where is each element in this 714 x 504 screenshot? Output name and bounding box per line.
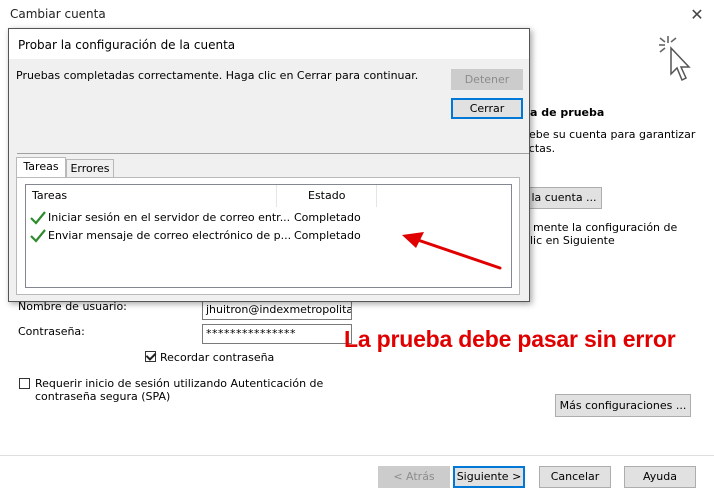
task-row[interactable]: Iniciar sesión en el servidor de correo … bbox=[26, 209, 511, 226]
password-label: Contraseña: bbox=[18, 325, 85, 338]
green-check-icon bbox=[30, 211, 46, 225]
more-settings-button[interactable]: Más configuraciones ... bbox=[555, 394, 691, 417]
column-divider bbox=[276, 185, 277, 207]
click-cursor-icon bbox=[659, 36, 691, 82]
window-title: Cambiar cuenta bbox=[10, 7, 106, 21]
dialog-divider bbox=[17, 153, 529, 154]
column-header-estado[interactable]: Estado bbox=[308, 185, 368, 207]
back-button[interactable]: < Atrás bbox=[378, 466, 450, 488]
red-arrow bbox=[402, 232, 502, 270]
tab-strip: Tareas Errores bbox=[16, 157, 520, 179]
description-line: lic en Siguiente bbox=[530, 234, 615, 247]
test-account-button[interactable]: la cuenta ... bbox=[526, 187, 602, 209]
dialog-message: Pruebas completadas correctamente. Haga … bbox=[16, 69, 419, 82]
green-check-icon bbox=[30, 229, 46, 243]
annotation-text: La prueba debe pasar sin error bbox=[344, 326, 676, 352]
task-name: Iniciar sesión en el servidor de correo … bbox=[48, 211, 291, 224]
password-input[interactable]: *************** bbox=[202, 324, 352, 344]
cancel-button[interactable]: Cancelar bbox=[539, 466, 611, 488]
tab-tareas[interactable]: Tareas bbox=[16, 157, 66, 179]
spa-label: Requerir inicio de sesión utilizando Aut… bbox=[35, 377, 324, 390]
section-heading: a de prueba bbox=[530, 106, 605, 119]
description-line: uebe su cuenta para garantizar bbox=[522, 128, 696, 141]
remember-password-label: Recordar contraseña bbox=[160, 351, 275, 364]
description-line: mente la configuración de bbox=[533, 221, 678, 234]
task-status: Completado bbox=[294, 211, 361, 224]
footer-divider bbox=[0, 455, 714, 456]
spa-label: contraseña segura (SPA) bbox=[35, 390, 171, 403]
help-button[interactable]: Ayuda bbox=[624, 466, 696, 488]
dialog-title: Probar la configuración de la cuenta bbox=[18, 38, 236, 52]
tab-errores[interactable]: Errores bbox=[66, 159, 114, 179]
close-button[interactable]: Cerrar bbox=[451, 98, 523, 119]
username-input[interactable]: jhuitron@indexmetropolitan bbox=[202, 300, 352, 320]
next-button[interactable]: Siguiente > bbox=[453, 466, 525, 488]
remember-password-checkbox[interactable] bbox=[145, 351, 156, 362]
task-name: Enviar mensaje de correo electrónico de … bbox=[48, 229, 292, 242]
column-divider bbox=[376, 185, 377, 207]
stop-button[interactable]: Detener bbox=[451, 69, 523, 90]
task-status: Completado bbox=[294, 229, 361, 242]
window-close-icon[interactable]: ✕ bbox=[686, 4, 708, 26]
column-header-tareas[interactable]: Tareas bbox=[32, 185, 272, 207]
spa-checkbox[interactable] bbox=[19, 378, 30, 389]
